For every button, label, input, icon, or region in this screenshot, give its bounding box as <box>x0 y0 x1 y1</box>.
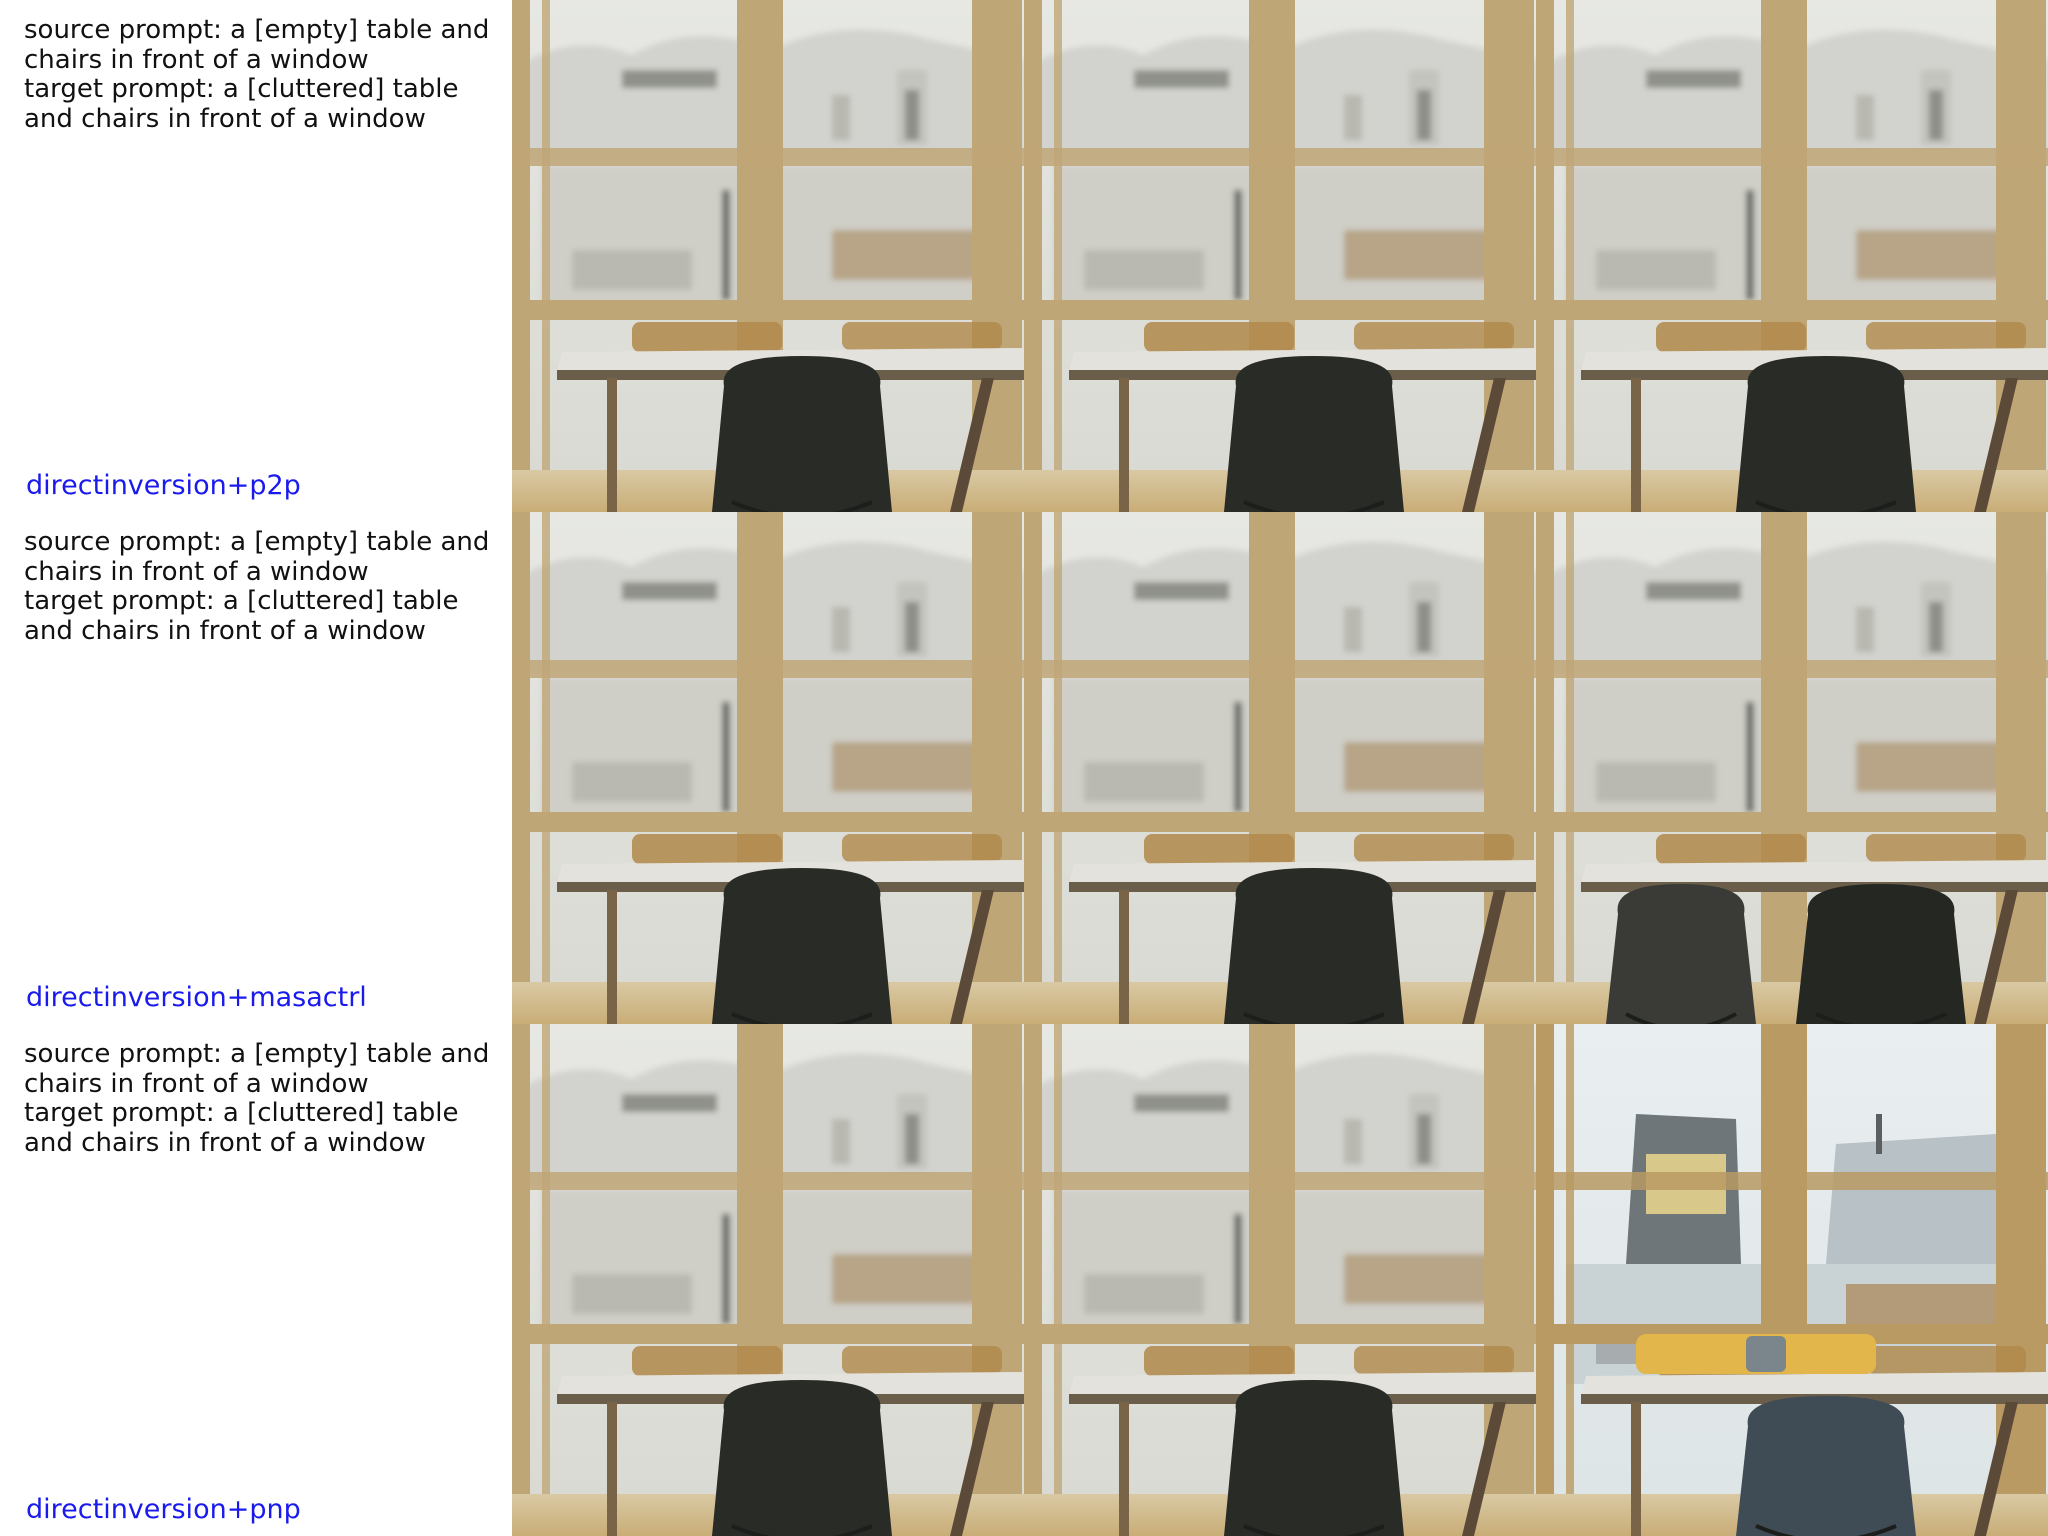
method-label: directinversion+pnp <box>26 1494 301 1525</box>
target-prompt: target prompt: a [cluttered] table and c… <box>24 1098 459 1158</box>
prompt-text: source prompt: a [empty] table and chair… <box>24 15 504 134</box>
result-image <box>512 1024 1024 1536</box>
comparison-row: source prompt: a [empty] table and chair… <box>0 0 2048 512</box>
caption-cell: source prompt: a [empty] table and chair… <box>0 1024 512 1536</box>
result-image <box>1536 0 2048 512</box>
result-image <box>1024 512 1536 1024</box>
prompt-text: source prompt: a [empty] table and chair… <box>24 1039 504 1158</box>
caption-cell: source prompt: a [empty] table and chair… <box>0 512 512 1024</box>
method-label: directinversion+p2p <box>26 470 301 501</box>
source-prompt: source prompt: a [empty] table and chair… <box>24 1039 490 1099</box>
result-image <box>1024 1024 1536 1536</box>
target-prompt: target prompt: a [cluttered] table and c… <box>24 74 459 134</box>
result-image <box>512 0 1024 512</box>
result-image <box>1536 512 2048 1024</box>
target-prompt: target prompt: a [cluttered] table and c… <box>24 586 459 646</box>
method-label: directinversion+masactrl <box>26 982 367 1013</box>
source-prompt: source prompt: a [empty] table and chair… <box>24 15 490 75</box>
result-image <box>1536 1024 2048 1536</box>
result-image <box>1024 0 1536 512</box>
prompt-text: source prompt: a [empty] table and chair… <box>24 527 504 646</box>
source-prompt: source prompt: a [empty] table and chair… <box>24 527 490 587</box>
comparison-row: source prompt: a [empty] table and chair… <box>0 512 2048 1024</box>
result-image <box>512 512 1024 1024</box>
comparison-grid: source prompt: a [empty] table and chair… <box>0 0 2048 1536</box>
comparison-row: source prompt: a [empty] table and chair… <box>0 1024 2048 1536</box>
caption-cell: source prompt: a [empty] table and chair… <box>0 0 512 512</box>
